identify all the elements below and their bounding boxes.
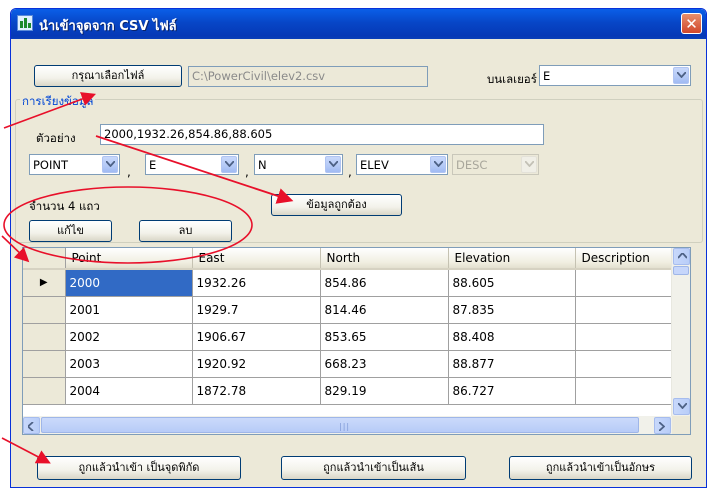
annotation-arrow-sample bbox=[3, 92, 97, 129]
annotation-arrow-import bbox=[1, 437, 51, 464]
annotation-overlay bbox=[1, 92, 294, 464]
annotation-arrow-confirm bbox=[95, 135, 294, 204]
annotation-ellipse bbox=[3, 186, 253, 264]
